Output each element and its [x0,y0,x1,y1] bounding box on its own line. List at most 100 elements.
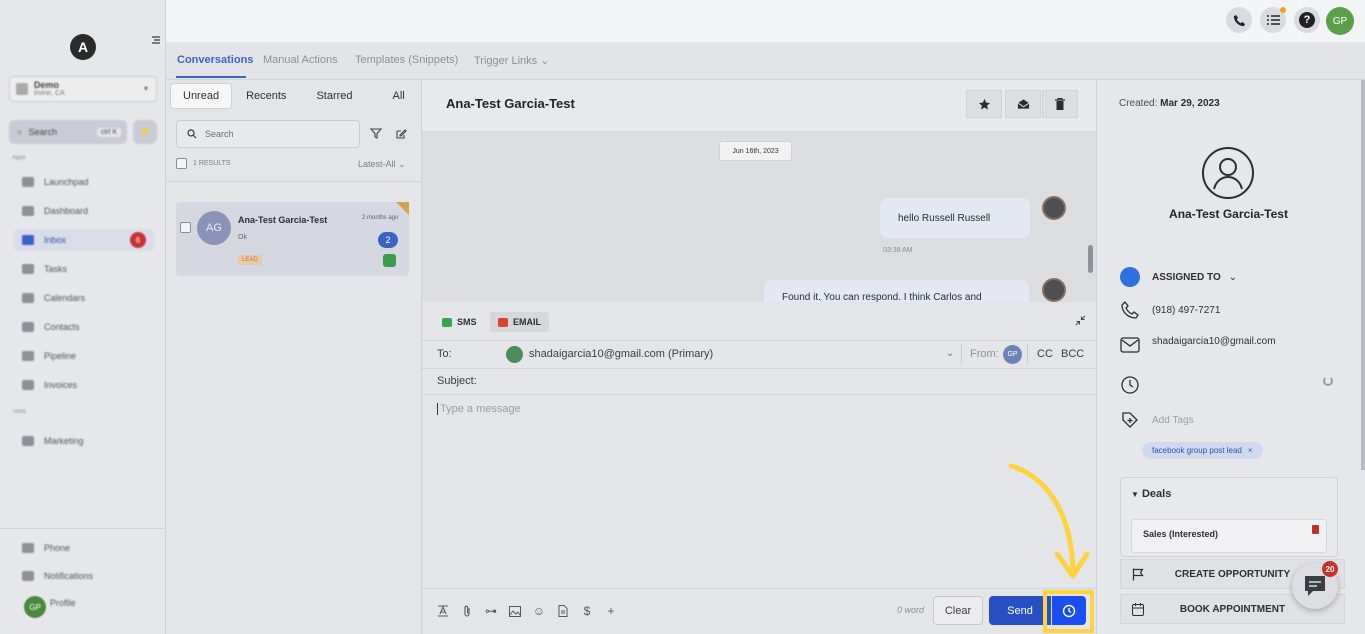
user-avatar[interactable]: GP [1326,7,1354,35]
text-format-icon[interactable] [435,603,451,619]
to-field[interactable]: shadaigarcia10@gmail.com (Primary) [529,348,713,360]
message-input[interactable]: Type a message [437,403,521,415]
emoji-icon[interactable]: ☺ [531,603,547,619]
chat-scrollbar[interactable] [1088,245,1093,273]
bcc-button[interactable]: BCC [1061,348,1084,360]
contact-name: Ana-Test Garcia-Test [1169,207,1288,221]
channel-sms-tab[interactable]: SMS [434,312,485,332]
filter-starred[interactable]: Starred [304,83,364,109]
delete-button[interactable] [1042,90,1078,118]
mark-read-button[interactable] [1005,90,1041,118]
image-icon[interactable] [507,603,523,619]
channel-email-label: EMAIL [513,317,541,327]
clear-button[interactable]: Clear [933,596,983,625]
calendar-icon [22,293,34,303]
plus-icon[interactable]: + [603,603,619,619]
sidebar-search[interactable]: ○ Search ctrl K [9,120,127,144]
phone-row[interactable]: (918) 497-7271 [1120,299,1220,321]
message-bubble: hello Russell Russell [880,198,1030,238]
notification-dot [1280,7,1286,13]
from-avatar[interactable]: GP [1003,345,1022,364]
quick-action-bolt-icon[interactable]: ⚡ [133,120,157,144]
mail-icon [1120,337,1140,353]
chat-unread-badge: 20 [1322,561,1338,577]
filter-icon[interactable] [370,128,382,139]
sort-label: Latest-All [358,159,396,169]
sidebar-item-dashboard[interactable]: Dashboard [14,200,154,222]
search-icon [187,129,197,139]
compose-icon[interactable] [395,128,407,140]
list-icon [1266,15,1280,25]
app-logo[interactable]: A [70,34,96,60]
link-icon[interactable]: ⊶ [483,603,499,619]
from-label: From: [970,348,999,360]
select-all-checkbox[interactable] [176,158,187,169]
created-date: Created: Mar 29, 2023 [1119,98,1220,109]
star-icon [978,98,990,110]
message-time: 03:38 AM [883,247,913,254]
filter-recents[interactable]: Recents [234,83,298,109]
tab-conversations[interactable]: Conversations [177,54,253,66]
sidebar-item-tasks[interactable]: Tasks [14,258,154,280]
account-switcher[interactable]: Demo Irvine, CA ▾ [9,76,157,102]
filter-all[interactable]: All [381,83,417,109]
envelope-open-icon [1017,99,1029,109]
filter-unread[interactable]: Unread [170,83,233,109]
close-icon[interactable]: × [1248,446,1253,455]
created-value: Mar 29, 2023 [1160,98,1220,109]
chevron-down-icon: ⌄ [1228,271,1238,283]
conversation-filter-tabs: Unread Recents Starred All [170,83,410,109]
active-tab-indicator [176,76,246,78]
document-icon[interactable] [555,603,571,619]
dollar-icon[interactable]: $ [579,603,595,619]
help-button[interactable]: ? [1294,7,1320,33]
sidebar-item-notifications[interactable]: Notifications [14,565,154,587]
sidebar-item-label: Profile [50,598,76,608]
tab-templates[interactable]: Templates (Snippets) [355,54,458,66]
sidebar-item-invoices[interactable]: Invoices [14,374,154,396]
sidebar-item-phone[interactable]: Phone [14,537,154,559]
attachment-icon[interactable] [459,603,475,619]
conversation-avatar: AG [197,211,231,245]
tab-trigger-links[interactable]: Trigger Links ⌄ [474,54,549,67]
trash-icon[interactable] [1312,525,1319,534]
sidebar-item-label: Notifications [44,571,94,581]
subject-input[interactable] [495,371,1085,391]
megaphone-icon [22,436,34,446]
loading-spinner-icon [1323,376,1333,386]
sidebar-item-label: Contacts [44,322,80,332]
field-separator [961,344,962,364]
sidebar-item-profile[interactable]: Profile [42,592,142,614]
phone-button[interactable] [1226,7,1252,33]
sidebar-item-label: Calendars [44,293,86,303]
contact-avatar-icon [1202,147,1254,199]
deals-title: Deals [1141,488,1172,500]
email-row[interactable]: shadaigarcia10@gmail.com [1120,336,1276,358]
send-button[interactable]: Send [989,596,1051,625]
sort-dropdown[interactable]: Latest-All ⌄ [358,159,406,170]
sidebar-item-pipeline[interactable]: Pipeline [14,345,154,367]
word-count: 0 word [897,605,925,615]
sms-icon [442,317,452,327]
phone-icon [1121,301,1139,319]
deals-header[interactable]: ▼ Deals [1131,488,1171,500]
sidebar-collapse-icon[interactable] [150,34,162,46]
conversation-checkbox[interactable] [180,222,191,233]
sidebar-item-contacts[interactable]: Contacts [14,316,154,338]
sidebar-item-marketing[interactable]: Marketing [14,430,154,452]
chevron-down-icon[interactable]: ⌄ [946,348,954,359]
cc-button[interactable]: CC [1037,348,1053,360]
composer-divider [422,394,1096,395]
add-tags-row[interactable]: Add Tags [1120,409,1194,431]
sidebar-item-inbox[interactable]: Inbox 6 [14,229,154,251]
conversation-search-input[interactable]: Search [176,120,360,148]
to-label: To: [437,348,452,360]
sidebar-item-launchpad[interactable]: Launchpad [14,171,154,193]
sidebar-item-calendars[interactable]: Calendars [14,287,154,309]
star-button[interactable] [966,90,1002,118]
tab-manual-actions[interactable]: Manual Actions [263,54,338,66]
panel-scrollbar[interactable] [1361,80,1365,470]
channel-email-tab[interactable]: EMAIL [490,312,549,332]
assigned-to-row[interactable]: ASSIGNED TO ⌄ [1120,266,1237,288]
collapse-composer-icon[interactable] [1075,315,1086,326]
